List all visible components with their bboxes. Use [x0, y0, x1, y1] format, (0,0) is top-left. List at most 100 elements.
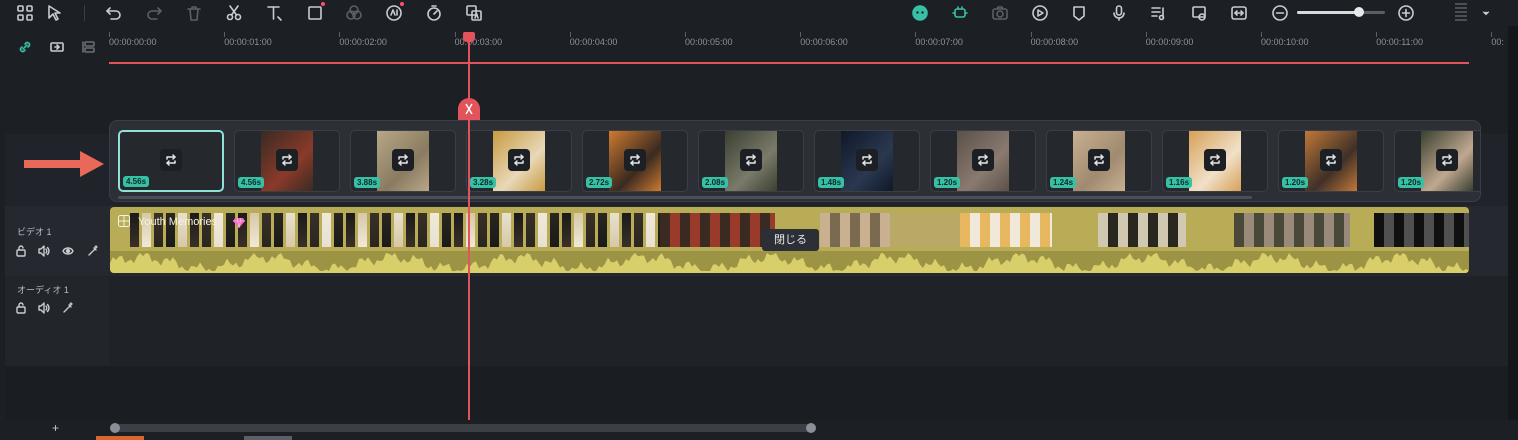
auto-tag-icon[interactable] — [61, 301, 75, 315]
auto-highlight-icon[interactable] — [948, 1, 972, 25]
clip-thumbnail[interactable]: 1.20s — [930, 130, 1036, 192]
zoom-slider-handle[interactable] — [1353, 7, 1364, 17]
replace-loop-icon[interactable] — [624, 149, 646, 171]
text-icon[interactable] — [262, 1, 286, 25]
clip-thumbnail[interactable]: 1.48s — [814, 130, 920, 192]
layout-icon[interactable] — [13, 1, 37, 25]
lock-icon[interactable] — [14, 301, 28, 315]
clip-duration-badge: 1.24s — [1050, 177, 1077, 188]
template-grid-icon — [118, 215, 130, 227]
clip-frame — [490, 213, 499, 247]
playhead-handle[interactable] — [463, 32, 475, 42]
clip-thumbnail[interactable]: 4.56s — [118, 130, 224, 192]
clip-frame — [1052, 213, 1098, 247]
clip-thumbnail[interactable]: 1.20s — [1278, 130, 1384, 192]
microphone-icon[interactable] — [1107, 1, 1131, 25]
ai-copilot-icon[interactable] — [908, 1, 932, 25]
redo-icon[interactable] — [142, 1, 166, 25]
clip-thumbnail[interactable]: 3.88s — [350, 130, 456, 192]
bottom-tab[interactable] — [244, 436, 292, 440]
snapshot-icon[interactable] — [988, 1, 1012, 25]
replace-loop-icon[interactable] — [740, 149, 762, 171]
speaker-icon[interactable] — [37, 301, 51, 315]
replace-loop-icon[interactable] — [392, 149, 414, 171]
clip-frame — [346, 213, 355, 247]
scrollbar-end-handle[interactable] — [806, 423, 816, 433]
time-ruler[interactable]: 00:00:00:00 00:00:01:00 00:00:02:00 00:00:0… — [109, 32, 1518, 64]
replace-loop-icon[interactable] — [160, 149, 182, 171]
clip-thumbnail[interactable]: 1.24s — [1046, 130, 1152, 192]
clip-frame — [334, 213, 343, 247]
arrow-right-icon — [24, 151, 104, 177]
clip-duration-badge: 2.08s — [702, 177, 729, 188]
lock-icon[interactable] — [14, 244, 28, 258]
replace-icon[interactable] — [1187, 1, 1211, 25]
crop-icon[interactable] — [303, 1, 327, 25]
audio-track-area[interactable] — [109, 276, 1508, 366]
track-manager-icon[interactable] — [79, 37, 99, 57]
speaker-icon[interactable] — [37, 244, 51, 258]
clip-frame — [478, 213, 487, 247]
split-scissors-icon[interactable] — [458, 98, 480, 120]
clip-duration-badge: 2.72s — [586, 177, 613, 188]
marker-icon[interactable] — [1067, 1, 1091, 25]
auto-tag-icon[interactable] — [86, 244, 100, 258]
clip-thumbnail[interactable]: 1.16s — [1162, 130, 1268, 192]
horizontal-scrollbar[interactable] — [110, 423, 816, 433]
bottom-tab-active[interactable] — [96, 436, 144, 440]
audio-mix-icon[interactable] — [1147, 1, 1171, 25]
add-track-icon[interactable] — [47, 37, 67, 57]
replace-loop-icon[interactable] — [1436, 149, 1458, 171]
clip-frame — [1098, 213, 1186, 247]
empty-area — [5, 366, 1508, 420]
cut-icon[interactable] — [222, 1, 246, 25]
clip-frame — [394, 213, 403, 247]
fit-timeline-icon[interactable] — [1227, 1, 1251, 25]
clip-duration-badge: 3.88s — [354, 177, 381, 188]
playhead-line[interactable] — [468, 34, 470, 436]
ruler-tick-label: 00: — [1491, 37, 1504, 47]
clip-frame — [538, 213, 547, 247]
clip-thumbnail[interactable]: 3.28s — [466, 130, 572, 192]
replace-loop-icon[interactable] — [1320, 149, 1342, 171]
link-icon[interactable] — [15, 37, 35, 57]
replace-loop-icon[interactable] — [276, 149, 298, 171]
zoom-in-icon[interactable] — [1394, 1, 1418, 25]
clip-frame — [442, 213, 451, 247]
clip-frame — [598, 213, 607, 247]
clip-frame — [382, 213, 391, 247]
clip-thumbnail[interactable]: 2.08s — [698, 130, 804, 192]
clip-thumbnail[interactable]: 1.20s — [1394, 130, 1480, 192]
replace-loop-icon[interactable] — [856, 149, 878, 171]
eye-icon[interactable] — [61, 244, 75, 258]
replace-loop-icon[interactable] — [508, 149, 530, 171]
ai-voice-icon[interactable] — [382, 1, 406, 25]
replace-loop-icon[interactable] — [1204, 149, 1226, 171]
color-match-icon[interactable] — [342, 1, 366, 25]
chevron-down-icon[interactable] — [1474, 1, 1498, 25]
clip-duration-badge: 1.20s — [1398, 177, 1425, 188]
add-track-button[interactable]: + — [52, 421, 59, 435]
clip-frame — [250, 213, 259, 247]
select-tool-icon[interactable] — [43, 1, 67, 25]
panel-grip-icon[interactable] — [1455, 3, 1467, 23]
clip-frame — [610, 213, 619, 247]
speed-icon[interactable] — [422, 1, 446, 25]
clip-thumbnail[interactable]: 2.72s — [582, 130, 688, 192]
ai-translate-icon[interactable] — [462, 1, 486, 25]
ruler-tick-label: 00:00:11:00 — [1376, 37, 1424, 47]
undo-icon[interactable] — [102, 1, 126, 25]
scrollbar-start-handle[interactable] — [110, 423, 120, 433]
zoom-slider[interactable] — [1297, 7, 1385, 17]
vertical-scrollbar[interactable] — [1508, 26, 1518, 440]
delete-icon[interactable] — [182, 1, 206, 25]
video-track-name: ビデオ 1 — [17, 227, 52, 237]
render-preview-icon[interactable] — [1028, 1, 1052, 25]
clip-frame — [660, 213, 775, 247]
clip-strip: 4.56s 4.56s 3.88s 3.28s 2.72s 2.08s 1.48s 1.20s… — [109, 120, 1481, 202]
replace-loop-icon[interactable] — [972, 149, 994, 171]
clip-strip-scrollbar[interactable] — [118, 196, 1252, 199]
zoom-out-icon[interactable] — [1268, 1, 1292, 25]
clip-thumbnail[interactable]: 4.56s — [234, 130, 340, 192]
replace-loop-icon[interactable] — [1088, 149, 1110, 171]
